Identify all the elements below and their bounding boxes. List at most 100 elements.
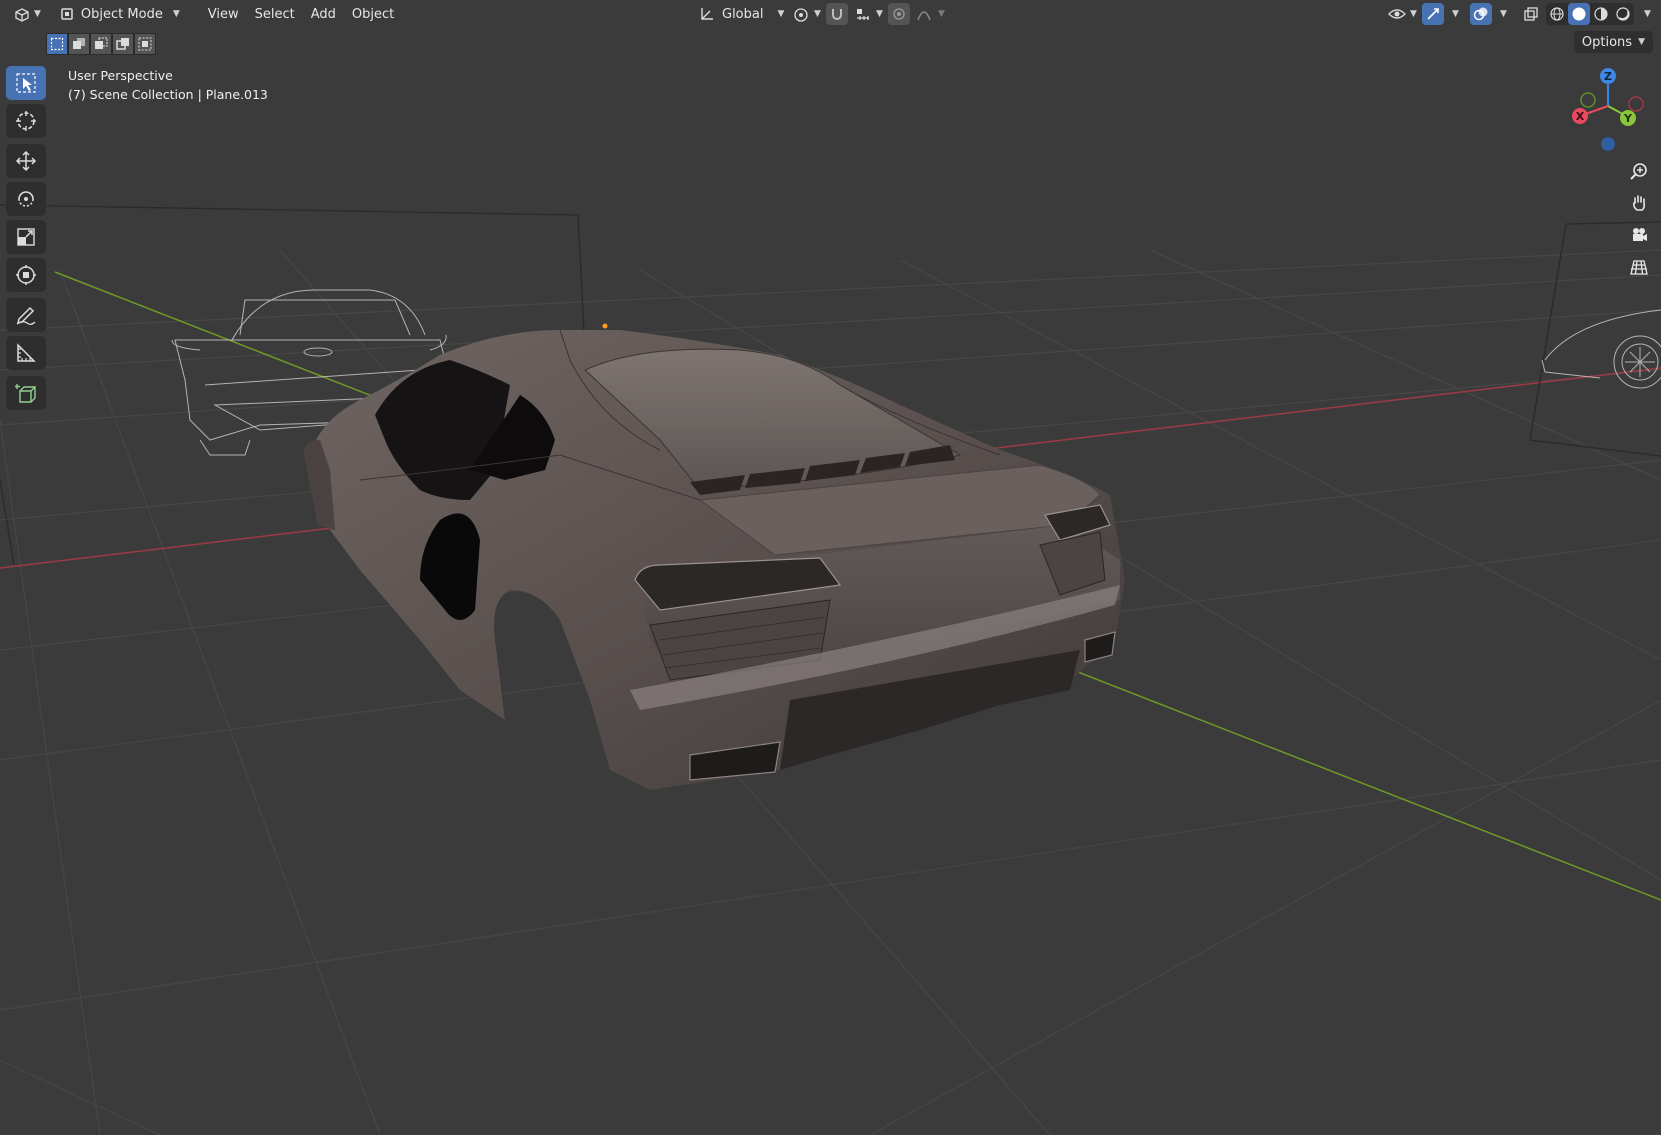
object-mode-icon xyxy=(61,8,73,20)
gizmo-neg-y xyxy=(1580,92,1596,108)
menu-select[interactable]: Select xyxy=(247,7,303,22)
pan-view-button[interactable] xyxy=(1624,188,1654,218)
proportional-editing-toggle[interactable] xyxy=(888,3,910,25)
add-cube-tool[interactable] xyxy=(6,376,46,410)
gizmo-x-label: X xyxy=(1576,110,1585,123)
select-difference-button[interactable] xyxy=(112,33,134,55)
blueprint-side-view xyxy=(1541,309,1661,389)
gizmo-neg-z xyxy=(1601,137,1615,151)
viewport-editor-icon xyxy=(15,8,29,22)
add-cube-icon xyxy=(15,384,36,403)
select-box-icon xyxy=(16,73,36,93)
snap-increment-icon xyxy=(857,9,869,20)
orientation-label: Global xyxy=(722,6,764,22)
xray-toggle[interactable] xyxy=(1520,3,1542,25)
rendered-sphere-icon xyxy=(1616,7,1630,21)
menu-add[interactable]: Add xyxy=(303,7,344,22)
solid-shading-button[interactable] xyxy=(1568,3,1590,25)
select-subtract-icon xyxy=(95,37,108,49)
transform-icon xyxy=(16,265,36,285)
falloff-curve-icon xyxy=(917,11,931,21)
chevron-down-icon: ▼ xyxy=(777,9,785,19)
crosshair-cursor-icon xyxy=(16,111,36,131)
chevron-down-icon: ▼ xyxy=(1410,9,1417,19)
gizmo-z-label: Z xyxy=(1604,70,1612,83)
pivot-point-icon xyxy=(794,8,808,22)
eye-selectability-icon xyxy=(1388,9,1406,19)
snap-target-dropdown[interactable]: ▼ xyxy=(848,3,889,25)
wireframe-sphere-icon xyxy=(1550,7,1564,21)
chevron-down-icon: ▼ xyxy=(814,9,821,19)
transform-orientation-dropdown[interactable]: Global ▼ xyxy=(692,3,790,25)
viewport-header: ▼ Object Mode ▼ View Select Add Object G… xyxy=(0,0,1661,28)
material-sphere-icon xyxy=(1594,7,1608,21)
camera-view-button[interactable] xyxy=(1624,220,1654,250)
overlays-icon xyxy=(1473,7,1488,21)
orientation-axes-icon xyxy=(701,8,713,20)
perspective-toggle-button[interactable] xyxy=(1624,252,1654,282)
gizmo-icon xyxy=(1427,8,1439,20)
selection-mode-group xyxy=(46,33,156,55)
select-extend-icon xyxy=(73,38,85,49)
rendered-shading-button[interactable] xyxy=(1612,3,1634,25)
proportional-falloff-dropdown[interactable]: ▼ xyxy=(910,3,951,25)
pivot-point-dropdown[interactable]: ▼ xyxy=(786,3,827,25)
ruler-measure-icon xyxy=(17,343,36,362)
options-label: Options xyxy=(1581,34,1633,50)
visibility-dropdown[interactable]: ▼ xyxy=(1382,3,1423,25)
mode-label: Object Mode xyxy=(80,6,163,22)
move-arrows-icon xyxy=(15,150,37,172)
gizmo-toggle[interactable] xyxy=(1422,3,1444,25)
menu-object[interactable]: Object xyxy=(344,7,402,22)
overlays-dropdown-chevron[interactable]: ▼ xyxy=(1500,9,1507,19)
transform-tool[interactable] xyxy=(6,258,46,292)
select-new-icon xyxy=(50,37,64,51)
viewport-info-text: User Perspective (7) Scene Collection | … xyxy=(68,66,268,104)
cursor-tool[interactable] xyxy=(6,104,46,138)
select-extend-button[interactable] xyxy=(68,33,90,55)
tool-shelf xyxy=(6,66,46,414)
proportional-editing-icon xyxy=(893,8,905,20)
select-intersect-icon xyxy=(138,37,152,51)
shading-mode-group xyxy=(1546,3,1634,25)
gizmo-neg-x xyxy=(1628,96,1644,112)
3d-viewport[interactable]: ▼ Object Mode ▼ View Select Add Object G… xyxy=(0,0,1661,1135)
scene-render xyxy=(0,204,1661,1135)
shading-dropdown-chevron[interactable]: ▼ xyxy=(1644,9,1651,19)
mode-dropdown[interactable]: Object Mode ▼ xyxy=(53,3,186,25)
zoom-view-button[interactable] xyxy=(1624,156,1654,186)
chevron-down-icon: ▼ xyxy=(172,9,180,19)
snap-toggle[interactable] xyxy=(826,3,848,25)
scale-tool[interactable] xyxy=(6,220,46,254)
chevron-down-icon: ▼ xyxy=(938,9,945,19)
navigation-gizmo[interactable]: Z Y X xyxy=(1560,62,1656,162)
gizmo-dropdown-chevron[interactable]: ▼ xyxy=(1452,9,1459,19)
move-tool[interactable] xyxy=(6,144,46,178)
annotate-tool[interactable] xyxy=(6,298,46,332)
magnet-icon xyxy=(832,9,842,20)
select-subtract-button[interactable] xyxy=(90,33,112,55)
collection-info: (7) Scene Collection | Plane.013 xyxy=(68,87,268,102)
gizmo-y-label: Y xyxy=(1623,112,1633,125)
select-box-tool[interactable] xyxy=(6,66,46,100)
solid-sphere-icon xyxy=(1572,7,1586,21)
rotate-icon xyxy=(18,191,34,207)
zoom-magnifier-icon xyxy=(1630,163,1647,180)
chevron-down-icon: ▼ xyxy=(34,9,41,19)
camera-icon xyxy=(1633,228,1647,241)
hand-pan-icon xyxy=(1633,195,1646,211)
options-dropdown[interactable]: Options ▼ xyxy=(1573,31,1653,53)
car-body-mesh xyxy=(304,329,1125,790)
material-preview-button[interactable] xyxy=(1590,3,1612,25)
wireframe-shading-button[interactable] xyxy=(1546,3,1568,25)
measure-tool[interactable] xyxy=(6,336,46,370)
menu-view[interactable]: View xyxy=(200,7,247,22)
xray-icon xyxy=(1524,7,1538,21)
select-intersect-button[interactable] xyxy=(134,33,156,55)
select-new-button[interactable] xyxy=(46,33,68,55)
chevron-down-icon: ▼ xyxy=(876,9,883,19)
rotate-tool[interactable] xyxy=(6,182,46,216)
select-difference-icon xyxy=(116,38,129,50)
overlays-toggle[interactable] xyxy=(1470,3,1492,25)
editor-type-button[interactable]: ▼ xyxy=(6,3,47,25)
